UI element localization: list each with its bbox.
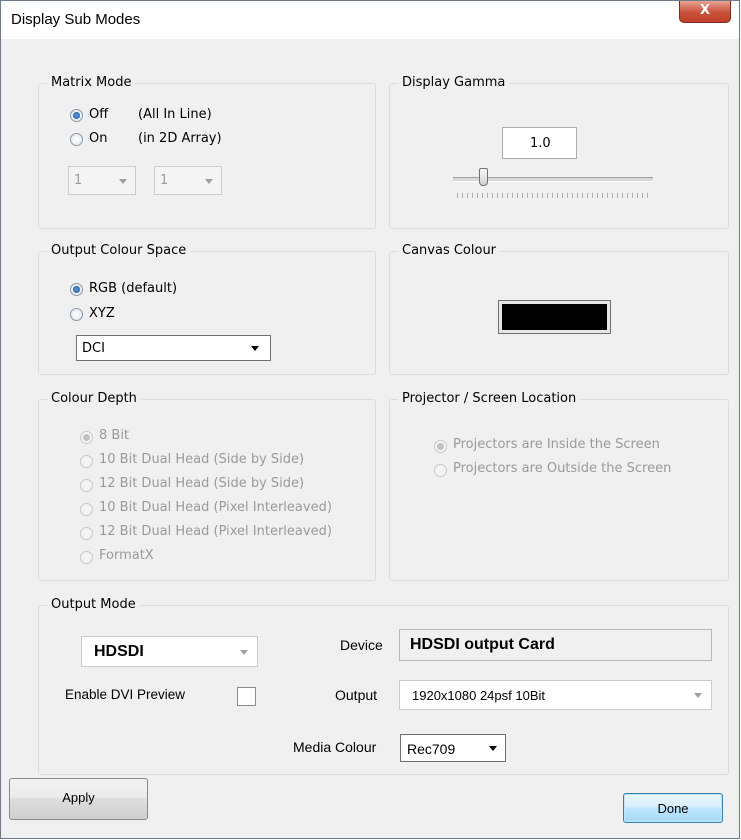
display-gamma-title: Display Gamma <box>398 75 510 90</box>
depth-option-label[interactable]: 12 Bit Dual Head (Side by Side) <box>99 476 304 491</box>
dialog-window: Display Sub Modes X Matrix Mode Off (All… <box>0 0 740 839</box>
matrix-mode-group: Matrix Mode <box>38 75 376 229</box>
depth-option-radio[interactable] <box>80 479 93 492</box>
gamma-slider[interactable] <box>453 167 653 203</box>
projector-location-title: Projector / Screen Location <box>398 391 581 406</box>
projectors-inside-radio[interactable] <box>434 440 447 453</box>
matrix-rows-value: 1 <box>160 173 169 188</box>
colour-depth-title: Colour Depth <box>47 391 141 406</box>
slider-ticks <box>457 193 651 198</box>
projector-location-group: Projector / Screen Location <box>389 391 729 581</box>
depth-option-radio[interactable] <box>80 431 93 444</box>
matrix-on-note: (in 2D Array) <box>138 131 222 146</box>
canvas-colour-title: Canvas Colour <box>398 243 501 258</box>
xyz-option-value: DCI <box>82 341 105 356</box>
matrix-off-label[interactable]: Off <box>89 107 108 122</box>
matrix-off-note: (All In Line) <box>138 107 212 122</box>
window-title: Display Sub Modes <box>11 11 141 28</box>
device-value: HDSDI output Card <box>410 636 555 653</box>
chevron-down-icon <box>251 346 259 351</box>
gamma-value-field[interactable]: 1.0 <box>502 127 577 159</box>
depth-option-label[interactable]: FormatX <box>99 548 154 563</box>
dvi-preview-checkbox[interactable] <box>237 687 256 706</box>
canvas-colour-swatch[interactable] <box>498 300 611 334</box>
rgb-label[interactable]: RGB (default) <box>89 281 177 296</box>
close-button[interactable]: X <box>679 1 731 23</box>
depth-option-label[interactable]: 8 Bit <box>99 428 129 443</box>
chevron-down-icon <box>694 693 702 698</box>
matrix-rows-dropdown[interactable]: 1 <box>154 166 222 195</box>
chevron-down-icon <box>119 179 127 184</box>
xyz-radio[interactable] <box>70 308 83 321</box>
canvas-colour-fill <box>502 304 607 330</box>
depth-option-label[interactable]: 12 Bit Dual Head (Pixel Interleaved) <box>99 524 332 539</box>
projectors-inside-label[interactable]: Projectors are Inside the Screen <box>453 437 660 452</box>
matrix-on-label[interactable]: On <box>89 131 107 146</box>
dvi-preview-label: Enable DVI Preview <box>65 687 186 702</box>
xyz-option-dropdown[interactable]: DCI <box>76 335 271 361</box>
output-mode-title: Output Mode <box>47 597 140 612</box>
depth-option-label[interactable]: 10 Bit Dual Head (Side by Side) <box>99 452 304 467</box>
slider-thumb[interactable] <box>479 168 488 186</box>
depth-option-radio[interactable] <box>80 503 93 516</box>
matrix-cols-value: 1 <box>74 173 83 188</box>
device-label: Device <box>340 637 383 653</box>
output-format-value: 1920x1080 24psf 10Bit <box>412 688 545 703</box>
apply-button-label: Apply <box>62 790 95 805</box>
output-format-dropdown[interactable]: 1920x1080 24psf 10Bit <box>399 680 712 710</box>
matrix-off-radio[interactable] <box>70 109 83 122</box>
title-bar: Display Sub Modes X <box>1 1 739 39</box>
chevron-down-icon <box>205 179 213 184</box>
projectors-outside-radio[interactable] <box>434 464 447 477</box>
done-button-label: Done <box>657 801 689 816</box>
matrix-on-radio[interactable] <box>70 133 83 146</box>
matrix-mode-title: Matrix Mode <box>47 75 136 90</box>
chevron-down-icon <box>240 650 248 655</box>
output-label: Output <box>335 687 378 703</box>
depth-option-radio[interactable] <box>80 455 93 468</box>
matrix-cols-dropdown[interactable]: 1 <box>68 166 136 195</box>
done-button[interactable]: Done <box>623 793 723 823</box>
projectors-outside-label[interactable]: Projectors are Outside the Screen <box>453 461 671 476</box>
depth-option-label[interactable]: 10 Bit Dual Head (Pixel Interleaved) <box>99 500 332 515</box>
rgb-radio[interactable] <box>70 283 83 296</box>
device-field: HDSDI output Card <box>399 629 712 661</box>
media-colour-value: Rec709 <box>407 741 456 757</box>
chevron-down-icon <box>489 746 497 751</box>
depth-option-radio[interactable] <box>80 551 93 564</box>
depth-option-radio[interactable] <box>80 527 93 540</box>
apply-button[interactable]: Apply <box>9 778 148 820</box>
output-mode-value: HDSDI <box>94 643 144 660</box>
media-colour-dropdown[interactable]: Rec709 <box>400 734 506 762</box>
media-colour-label: Media Colour <box>293 739 377 755</box>
gamma-value: 1.0 <box>530 136 551 151</box>
output-mode-dropdown[interactable]: HDSDI <box>81 636 258 667</box>
output-colour-space-title: Output Colour Space <box>47 243 191 258</box>
xyz-label[interactable]: XYZ <box>89 306 115 321</box>
